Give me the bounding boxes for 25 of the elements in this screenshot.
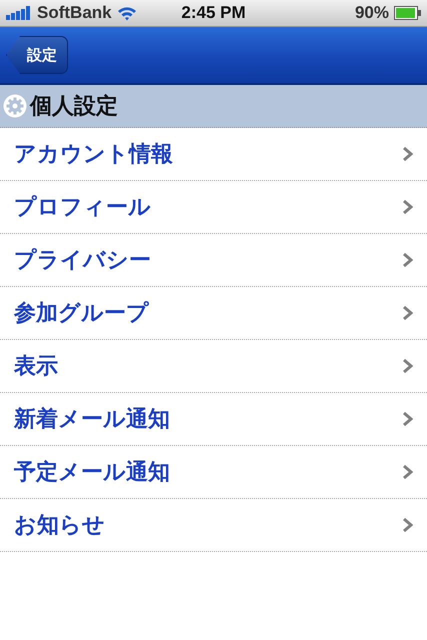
- settings-item[interactable]: お知らせ: [0, 499, 427, 552]
- chevron-icon: [403, 147, 413, 161]
- settings-item[interactable]: プライバシー: [0, 234, 427, 287]
- battery-icon: [394, 6, 421, 20]
- clock-time: 2:45 PM: [181, 3, 246, 23]
- signal-icon: [6, 6, 32, 20]
- chevron-icon: [403, 518, 413, 532]
- chevron-icon: [403, 306, 413, 320]
- back-button[interactable]: 設定: [6, 36, 68, 74]
- chevron-icon: [403, 465, 413, 479]
- chevron-icon: [403, 200, 413, 214]
- chevron-icon: [403, 253, 413, 267]
- settings-item[interactable]: 新着メール通知: [0, 393, 427, 446]
- settings-item[interactable]: 予定メール通知: [0, 446, 427, 499]
- wifi-icon: [116, 6, 137, 20]
- battery-percent: 90%: [354, 3, 389, 23]
- settings-item[interactable]: 表示: [0, 340, 427, 393]
- chevron-icon: [403, 359, 413, 373]
- settings-item[interactable]: プロフィール: [0, 181, 427, 234]
- carrier-name: SoftBank: [37, 3, 112, 23]
- chevron-icon: [403, 412, 413, 426]
- settings-item[interactable]: 参加グループ: [0, 287, 427, 340]
- section-title: 個人設定: [30, 92, 118, 120]
- settings-item[interactable]: アカウント情報: [0, 128, 427, 181]
- gear-icon: [3, 94, 27, 118]
